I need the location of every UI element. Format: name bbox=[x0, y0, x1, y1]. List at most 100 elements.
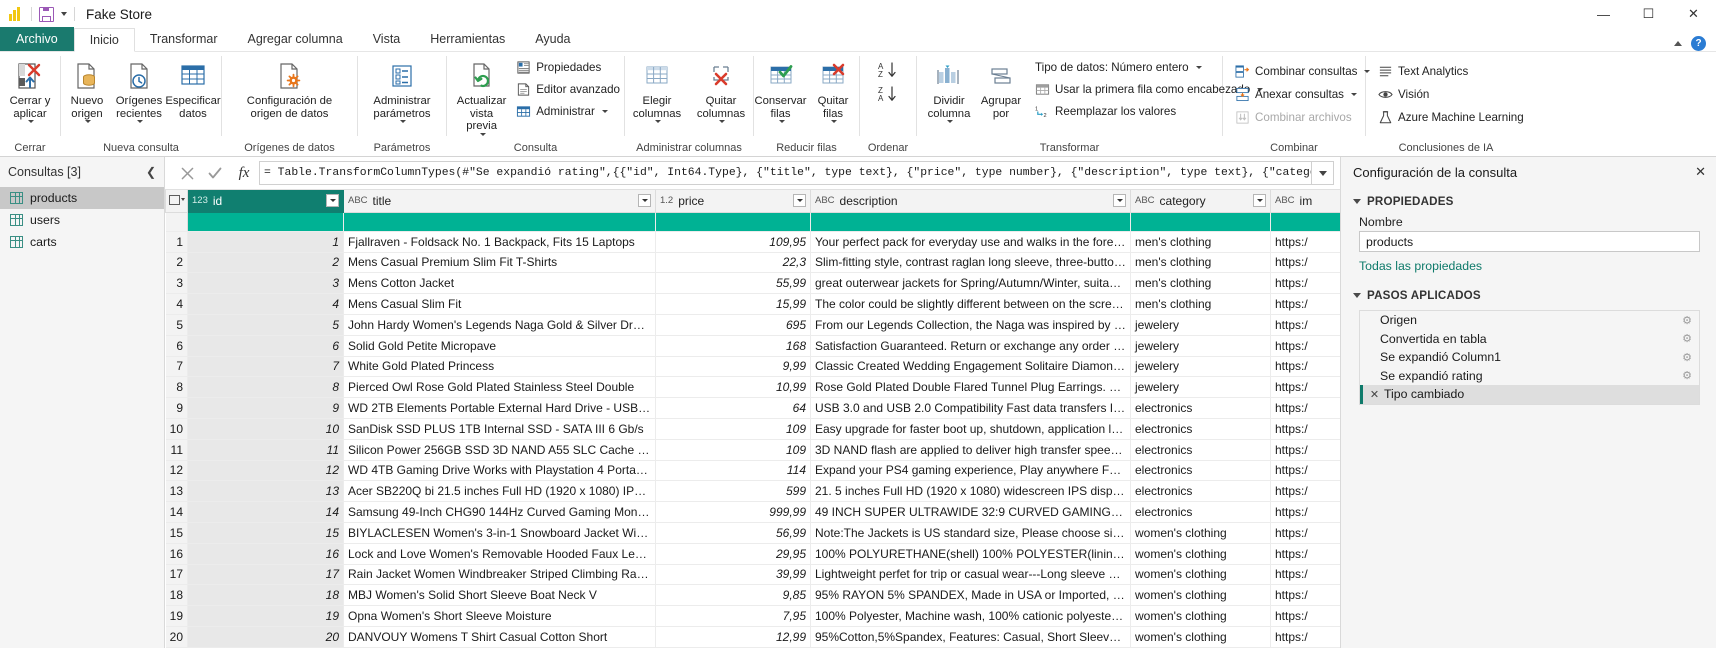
chevron-down-icon[interactable] bbox=[400, 120, 406, 123]
row-number[interactable]: 8 bbox=[165, 376, 188, 399]
cell-price[interactable]: 29,95 bbox=[655, 543, 811, 565]
table-row[interactable]: 7 7 White Gold Plated Princess 9,99 Classic … bbox=[165, 356, 1340, 378]
cell-category[interactable]: men's clothing bbox=[1130, 231, 1271, 253]
filter-button[interactable] bbox=[638, 194, 651, 208]
sort-descending-button[interactable]: Z A bbox=[873, 85, 903, 103]
cell-id[interactable]: 6 bbox=[187, 335, 344, 357]
cell-image[interactable]: https:/ bbox=[1270, 314, 1340, 336]
row-number[interactable]: 12 bbox=[165, 460, 188, 482]
maximize-button[interactable]: ☐ bbox=[1626, 0, 1671, 28]
cell-category[interactable]: electronics bbox=[1130, 397, 1271, 419]
gear-icon[interactable]: ⚙ bbox=[1682, 314, 1692, 327]
cell-id[interactable]: 7 bbox=[187, 356, 344, 378]
row-number[interactable]: 19 bbox=[165, 605, 188, 627]
cell-image[interactable]: https:/ bbox=[1270, 252, 1340, 274]
cell-price[interactable]: 55,99 bbox=[655, 272, 811, 295]
formula-input[interactable]: = Table.TransformColumnTypes(#"Se expand… bbox=[259, 161, 1312, 185]
cell-category[interactable]: jewelery bbox=[1130, 314, 1271, 336]
applied-step-se-expandio-rating[interactable]: Se expandió rating ⚙ bbox=[1360, 367, 1699, 386]
filter-button[interactable] bbox=[326, 194, 339, 208]
query-item-carts[interactable]: carts bbox=[0, 231, 164, 253]
cell-title[interactable]: Acer SB220Q bi 21.5 inches Full HD (1920… bbox=[343, 480, 656, 503]
cell-description[interactable]: Satisfaction Guaranteed. Return or excha… bbox=[810, 335, 1131, 357]
cell-id[interactable]: 5 bbox=[187, 314, 344, 336]
cell-category[interactable]: men's clothing bbox=[1130, 293, 1271, 315]
chevron-up-icon[interactable] bbox=[1674, 41, 1682, 46]
cell-category[interactable]: jewelery bbox=[1130, 356, 1271, 378]
cell-id[interactable]: 1 bbox=[187, 231, 344, 253]
cell-title[interactable]: Opna Women's Short Sleeve Moisture bbox=[343, 605, 656, 627]
query-item-products[interactable]: products bbox=[0, 187, 164, 209]
cell-title[interactable]: BIYLACLESEN Women's 3-in-1 Snowboard Jac… bbox=[343, 522, 656, 544]
cell-price[interactable]: 64 bbox=[655, 397, 811, 419]
cell-category[interactable]: women's clothing bbox=[1130, 605, 1271, 627]
filter-button[interactable] bbox=[1113, 194, 1126, 208]
new-source-button[interactable]: Nuevo origen bbox=[61, 57, 113, 125]
table-row[interactable]: 14 14 Samsung 49-Inch CHG90 144Hz Curved G… bbox=[165, 501, 1340, 523]
cell-category[interactable]: jewelery bbox=[1130, 335, 1271, 357]
cell-image[interactable]: https:/ bbox=[1270, 272, 1340, 295]
tab-ayuda[interactable]: Ayuda bbox=[520, 27, 585, 51]
table-row[interactable]: 11 11 Silicon Power 256GB SSD 3D NAND A55 … bbox=[165, 439, 1340, 461]
cell-id[interactable]: 2 bbox=[187, 252, 344, 274]
cell-description[interactable]: The color could be slightly different be… bbox=[810, 293, 1131, 315]
cell-image[interactable]: https:/ bbox=[1270, 522, 1340, 544]
cell-price[interactable]: 39,99 bbox=[655, 564, 811, 586]
data-source-settings-button[interactable]: Configuración de origen de datos bbox=[226, 57, 354, 122]
cell-category[interactable]: women's clothing bbox=[1130, 543, 1271, 565]
column-header-category[interactable]: ABC category bbox=[1130, 190, 1271, 213]
cell-price[interactable]: 15,99 bbox=[655, 293, 811, 315]
table-row[interactable]: 13 13 Acer SB220Q bi 21.5 inches Full HD (… bbox=[165, 480, 1340, 503]
table-row[interactable]: 10 10 SanDisk SSD PLUS 1TB Internal SSD - … bbox=[165, 418, 1340, 440]
column-header-image[interactable]: ABC im bbox=[1270, 190, 1340, 213]
cell-price[interactable]: 168 bbox=[655, 335, 811, 357]
accept-formula-button[interactable] bbox=[201, 161, 229, 185]
cell-image[interactable]: https:/ bbox=[1270, 564, 1340, 586]
gear-icon[interactable]: ⚙ bbox=[1682, 332, 1692, 345]
cell-image[interactable]: https:/ bbox=[1270, 460, 1340, 482]
vision-button[interactable]: Visión bbox=[1374, 84, 1528, 105]
merge-queries-button[interactable]: Combinar consultas bbox=[1231, 61, 1374, 82]
cell-price[interactable]: 999,99 bbox=[655, 501, 811, 523]
refresh-preview-button[interactable]: Actualizar vista previa bbox=[453, 57, 510, 138]
cell-image[interactable]: https:/ bbox=[1270, 335, 1340, 357]
data-grid-scroll[interactable]: 123 id ABC title 1.2 price ABC descripti… bbox=[165, 189, 1340, 648]
table-row[interactable]: 5 5 John Hardy Women's Legends Naga Gold &… bbox=[165, 314, 1340, 336]
cell-id[interactable]: 13 bbox=[187, 480, 344, 503]
cell-category[interactable]: electronics bbox=[1130, 460, 1271, 482]
cell-description[interactable]: 95% RAYON 5% SPANDEX, Made in USA or Imp… bbox=[810, 584, 1131, 607]
chevron-down-icon[interactable] bbox=[601, 110, 608, 113]
cell-title[interactable]: White Gold Plated Princess bbox=[343, 356, 656, 378]
choose-columns-button[interactable]: Elegir columnas bbox=[628, 57, 686, 125]
close-icon[interactable]: ✕ bbox=[1695, 164, 1706, 180]
cell-image[interactable]: https:/ bbox=[1270, 543, 1340, 565]
applied-steps-section-header[interactable]: PASOS APLICADOS bbox=[1341, 273, 1716, 306]
row-number[interactable]: 2 bbox=[165, 252, 188, 274]
save-icon[interactable] bbox=[39, 6, 54, 22]
properties-section-header[interactable]: PROPIEDADES bbox=[1341, 187, 1716, 212]
cell-id[interactable]: 3 bbox=[187, 272, 344, 295]
cell-id[interactable]: 11 bbox=[187, 439, 344, 461]
cell-image[interactable]: https:/ bbox=[1270, 501, 1340, 523]
tab-agregar-columna[interactable]: Agregar columna bbox=[232, 27, 357, 51]
row-number[interactable]: 10 bbox=[165, 418, 188, 440]
cell-description[interactable]: USB 3.0 and USB 2.0 Compatibility Fast d… bbox=[810, 397, 1131, 419]
cell-id[interactable]: 15 bbox=[187, 522, 344, 544]
group-by-button[interactable]: Agrupar por bbox=[975, 57, 1027, 122]
cell-id[interactable]: 17 bbox=[187, 564, 344, 586]
cell-title[interactable]: Solid Gold Petite Micropave bbox=[343, 335, 656, 357]
applied-step-convertida-en-tabla[interactable]: Convertida en tabla ⚙ bbox=[1360, 330, 1699, 349]
azure-machine-learning-button[interactable]: Azure Machine Learning bbox=[1374, 107, 1528, 128]
cell-id[interactable]: 20 bbox=[187, 626, 344, 648]
chevron-down-icon[interactable] bbox=[479, 132, 486, 136]
cell-image[interactable]: https:/ bbox=[1270, 231, 1340, 253]
select-all-button[interactable] bbox=[165, 190, 188, 213]
chevron-down-icon[interactable] bbox=[85, 120, 91, 123]
cell-id[interactable]: 8 bbox=[187, 376, 344, 399]
cell-title[interactable]: Pierced Owl Rose Gold Plated Stainless S… bbox=[343, 376, 656, 399]
cell-title[interactable]: DANVOUY Womens T Shirt Casual Cotton Sho… bbox=[343, 626, 656, 648]
cell-category[interactable]: women's clothing bbox=[1130, 522, 1271, 544]
sort-ascending-button[interactable]: A Z bbox=[873, 61, 903, 79]
cell-price[interactable]: 695 bbox=[655, 314, 811, 336]
cell-description[interactable]: Your perfect pack for everyday use and w… bbox=[810, 231, 1131, 253]
